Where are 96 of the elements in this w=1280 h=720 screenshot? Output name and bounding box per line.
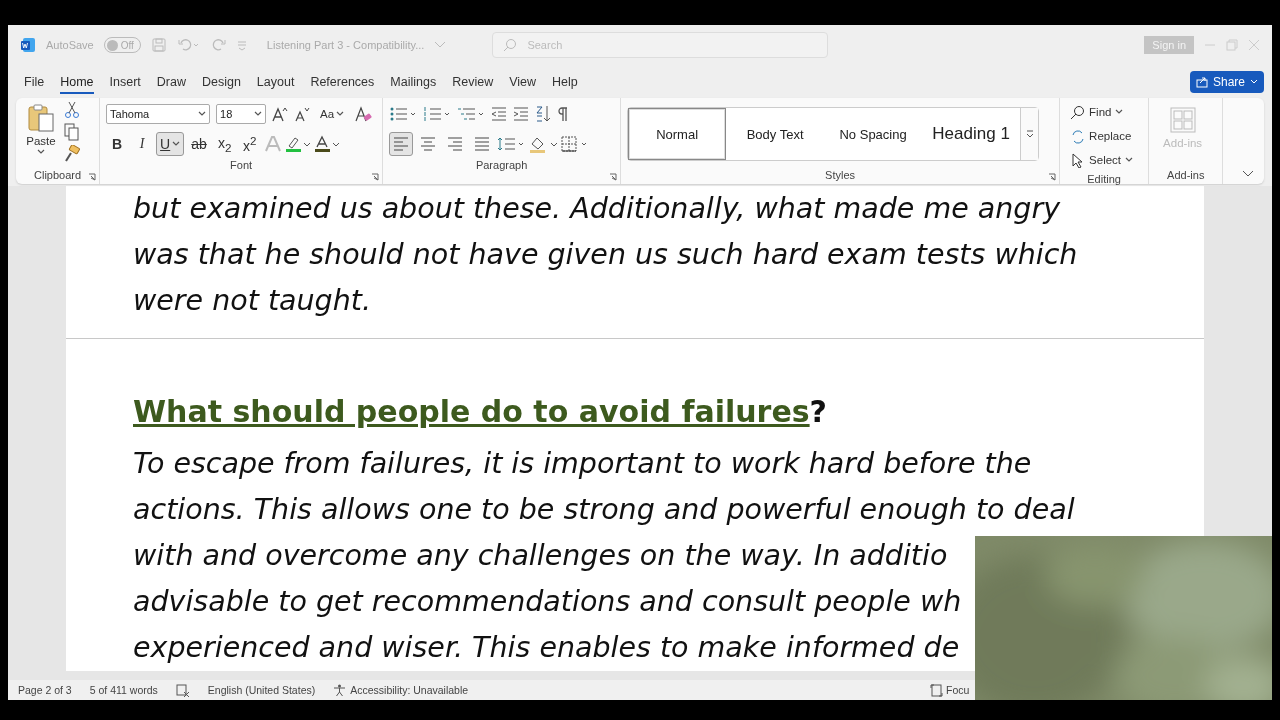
- share-button[interactable]: Share: [1189, 70, 1264, 93]
- menu-tab[interactable]: Draw: [148, 68, 194, 95]
- increase-indent-icon[interactable]: [513, 106, 530, 122]
- focus-icon: [930, 683, 943, 697]
- line-spacing-icon[interactable]: [497, 136, 526, 152]
- copy-icon[interactable]: [64, 123, 80, 141]
- caret-icon: [1125, 157, 1134, 163]
- paragraph-line: but examined us about these. Additionally, what made me angry: [133, 191, 1062, 227]
- search-icon: [1070, 104, 1086, 120]
- shading-icon[interactable]: [528, 135, 559, 153]
- clipboard-icon: [26, 103, 56, 133]
- multilevel-list-icon[interactable]: [457, 106, 486, 122]
- menu-tab[interactable]: Insert: [101, 68, 149, 95]
- caret-icon: [1115, 109, 1124, 115]
- menu-tab[interactable]: Design: [193, 68, 249, 95]
- page-count[interactable]: Page 2 of 3: [18, 684, 72, 696]
- menu-tab[interactable]: Help: [544, 68, 586, 95]
- caret-icon: [37, 149, 45, 155]
- align-justify-icon: [474, 136, 491, 152]
- caret-icon: [1250, 78, 1258, 85]
- align-right-icon: [447, 136, 464, 152]
- caret-icon: [172, 141, 181, 147]
- autosave-label: AutoSave: [46, 39, 94, 51]
- menu-tab[interactable]: References: [302, 68, 383, 95]
- group-label: Clipboard: [34, 168, 82, 183]
- font-size-field[interactable]: 18: [216, 104, 267, 124]
- select-button[interactable]: Select: [1066, 149, 1143, 171]
- grid-icon: [1169, 107, 1196, 133]
- format-button[interactable]: U: [156, 132, 185, 156]
- format-button[interactable]: I: [131, 132, 154, 156]
- align-left-icon: [393, 136, 410, 152]
- paragraph-line: with and overcome any challenges on the way. In additio: [133, 538, 949, 574]
- replace-button[interactable]: Replace: [1066, 125, 1143, 147]
- style-option[interactable]: Normal: [628, 108, 727, 160]
- caret-icon: [198, 111, 207, 117]
- paragraph-line: To escape from failures, it is important to work hard before the: [133, 446, 1033, 482]
- menu-tab[interactable]: Home: [52, 68, 102, 95]
- dialog-launcher-icon[interactable]: [1048, 173, 1057, 181]
- font-color-icon[interactable]: [313, 135, 340, 153]
- menu-tab[interactable]: View: [501, 68, 545, 95]
- cut-icon[interactable]: [64, 101, 80, 119]
- menu-tab[interactable]: Review: [444, 68, 502, 95]
- group-label: Add-ins: [1167, 168, 1205, 183]
- highlight-icon[interactable]: [284, 135, 311, 153]
- font-name-field[interactable]: Tahoma: [106, 104, 211, 124]
- search-icon: [503, 38, 518, 52]
- style-option[interactable]: Heading 1: [922, 108, 1021, 160]
- format-button[interactable]: x$_{2}$: [213, 132, 236, 156]
- accessibility-icon: [333, 683, 347, 697]
- collapse-ribbon-icon[interactable]: [1242, 170, 1254, 178]
- menu-tab[interactable]: Mailings: [382, 68, 445, 95]
- replace-icon: [1070, 128, 1086, 144]
- paragraph-line: advisable to get recommendations and consult people wh: [133, 584, 963, 620]
- dialog-launcher-icon[interactable]: [88, 173, 97, 181]
- dialog-launcher-icon[interactable]: [371, 173, 380, 181]
- heading-punctuation: ?: [809, 394, 827, 429]
- group-label: Paragraph: [474, 158, 529, 173]
- align-left-button[interactable]: [389, 132, 414, 156]
- format-painter-icon[interactable]: [64, 145, 80, 163]
- caret-icon: [336, 111, 345, 117]
- group-label: Editing: [1086, 172, 1122, 187]
- paragraph-line: experienced and wiser. This enables to make informed de: [133, 630, 961, 666]
- language-status[interactable]: English (United States): [207, 684, 316, 696]
- more-icon: [1025, 130, 1034, 138]
- caret-icon: [254, 111, 263, 117]
- change-case-button[interactable]: Aa: [316, 102, 349, 126]
- accessibility-status[interactable]: Accessibility: Unavailable: [350, 684, 469, 696]
- bullets-icon[interactable]: [389, 106, 418, 122]
- group-label: Font: [229, 158, 254, 173]
- paste-button[interactable]: Paste: [22, 101, 60, 167]
- focus-button[interactable]: Focu: [946, 684, 970, 696]
- paragraph-line: actions. This allows one to be strong and powerful enough to deal: [133, 492, 1076, 528]
- group-label: Styles: [824, 168, 857, 183]
- shrink-font-icon[interactable]: [294, 106, 311, 122]
- grow-font-icon[interactable]: [272, 106, 289, 122]
- align-center-icon: [420, 136, 437, 152]
- decrease-indent-icon[interactable]: [491, 106, 508, 122]
- word-logo-icon: [20, 37, 36, 53]
- format-button[interactable]: B: [106, 132, 129, 156]
- paragraph-line: was that he should not have given us such hard exam tests which: [133, 237, 1079, 273]
- share-icon: [1195, 75, 1208, 88]
- word-count[interactable]: 5 of 411 words: [89, 684, 158, 696]
- dialog-launcher-icon[interactable]: [609, 173, 618, 181]
- menu-tab[interactable]: Layout: [248, 68, 303, 95]
- sort-icon[interactable]: [535, 105, 552, 123]
- format-button[interactable]: x$^{2}$: [238, 132, 261, 156]
- find-button[interactable]: Find: [1066, 101, 1143, 123]
- clear-formatting-icon[interactable]: [354, 105, 373, 123]
- heading-text: What should people do to avoid failures: [133, 394, 810, 429]
- style-option[interactable]: Body Text: [726, 108, 825, 160]
- menu-tab[interactable]: File: [16, 68, 53, 95]
- pilcrow-icon[interactable]: [557, 106, 570, 122]
- paragraph-line: were not taught.: [133, 283, 372, 319]
- style-option[interactable]: No Spacing: [824, 108, 923, 160]
- proofing-icon[interactable]: [175, 683, 190, 697]
- format-button[interactable]: ab: [187, 132, 211, 156]
